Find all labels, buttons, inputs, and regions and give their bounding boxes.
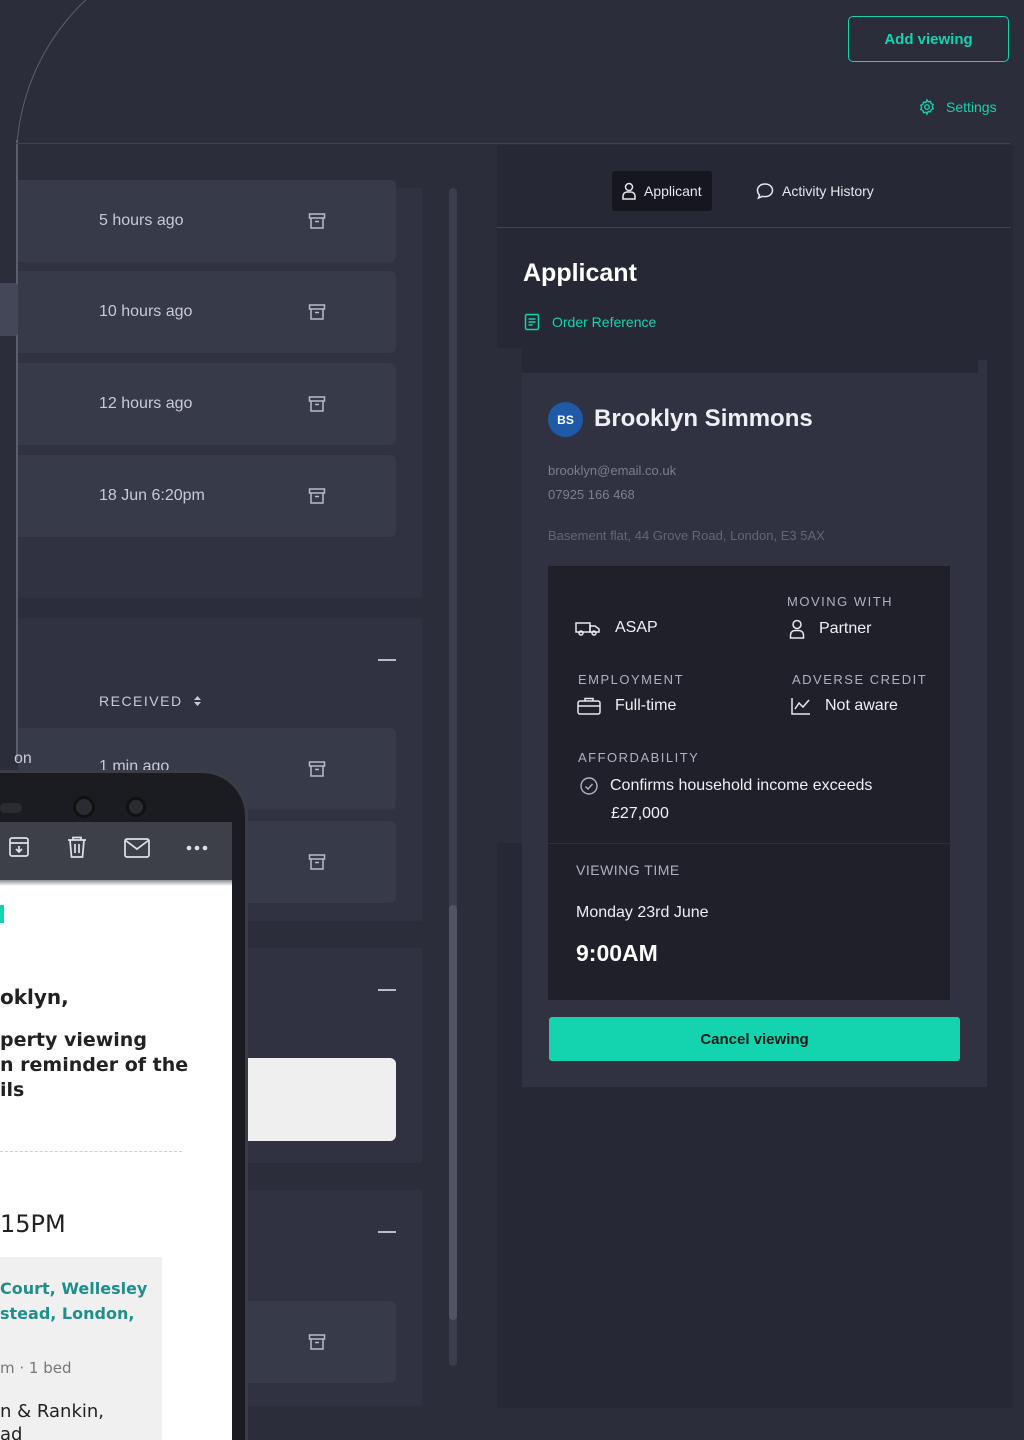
row-timestamp: 5 hours ago <box>99 212 184 229</box>
email-body-line: perty viewing <box>0 1029 147 1051</box>
archive-icon[interactable] <box>308 303 326 321</box>
collapse-button[interactable] <box>378 659 396 661</box>
order-reference-link[interactable]: Order Reference <box>524 313 656 331</box>
archive-icon[interactable] <box>308 1333 326 1351</box>
row-timestamp: 18 Jun 6:20pm <box>99 487 205 504</box>
cancel-viewing-button[interactable]: Cancel viewing <box>549 1017 960 1061</box>
tab-label: Applicant <box>644 183 702 199</box>
received-label: RECEIVED <box>99 693 183 709</box>
phone-camera <box>73 796 95 818</box>
person-icon <box>622 182 636 200</box>
email-address-line[interactable]: Court, Wellesley <box>0 1279 147 1298</box>
moving-date: ASAP <box>575 619 658 637</box>
viewing-time: 9:00AM <box>576 940 658 966</box>
email-body-line: n reminder of the <box>0 1054 189 1076</box>
side-tab-indicator <box>0 283 18 336</box>
order-reference-label: Order Reference <box>552 314 657 330</box>
phone-sensor <box>126 797 146 817</box>
list-item[interactable]: 18 Jun 6:20pm <box>18 455 396 537</box>
tab-label: Activity History <box>782 183 874 199</box>
card-edge <box>978 360 987 374</box>
affordability-value: Confirms household income exceeds <box>610 777 873 794</box>
gear-icon <box>918 98 936 116</box>
collapse-button[interactable] <box>378 1231 396 1233</box>
email-viewing-time: 15PM <box>0 1210 66 1238</box>
moving-date-value: ASAP <box>615 619 658 636</box>
adverse-credit: Not aware <box>791 697 898 715</box>
archive-icon[interactable] <box>308 395 326 413</box>
decorative-curve <box>16 0 276 200</box>
applicant-email[interactable]: brooklyn@email.co.uk <box>548 463 676 478</box>
list-item[interactable]: 12 hours ago <box>18 363 396 445</box>
affordability-amount: £27,000 <box>611 805 669 822</box>
email-greeting: oklyn, <box>0 985 69 1009</box>
email-body-line: ils <box>0 1079 25 1101</box>
email-property-meta: m · 1 bed <box>0 1359 72 1377</box>
list-scrollbar-thumb[interactable] <box>449 905 457 1320</box>
archive-download-icon[interactable] <box>8 836 30 858</box>
trash-icon[interactable] <box>67 836 87 858</box>
collapse-button[interactable] <box>378 989 396 991</box>
chat-bubble-icon <box>756 182 774 200</box>
email-address-line[interactable]: stead, London, <box>0 1304 134 1323</box>
email-accent-bar <box>0 905 4 923</box>
adverse-credit-value: Not aware <box>825 697 898 714</box>
employment-label: EMPLOYMENT <box>578 672 685 687</box>
check-circle-icon <box>580 777 598 795</box>
list-item[interactable]: 10 hours ago <box>18 271 396 353</box>
header-divider <box>16 143 1010 144</box>
archive-icon[interactable] <box>308 487 326 505</box>
affordability-label: AFFORDABILITY <box>578 750 700 765</box>
archive-icon[interactable] <box>308 212 326 230</box>
email-agent-line: n & Rankin, <box>0 1401 104 1422</box>
row-timestamp: 12 hours ago <box>99 395 193 412</box>
applicant-address: Basement flat, 44 Grove Road, London, E3… <box>548 528 825 543</box>
settings-link[interactable]: Settings <box>918 96 997 118</box>
tab-applicant[interactable]: Applicant <box>612 171 712 211</box>
add-viewing-button[interactable]: Add viewing <box>848 16 1009 62</box>
page-title: Applicant <box>523 259 637 287</box>
viewing-date: Monday 23rd June <box>576 904 709 921</box>
briefcase-icon <box>577 697 601 715</box>
avatar: BS <box>548 402 583 437</box>
mail-icon[interactable] <box>124 838 150 858</box>
email-agent-line: ad <box>0 1424 23 1440</box>
email-divider <box>0 1151 182 1152</box>
archive-icon[interactable] <box>308 760 326 778</box>
tab-activity-history[interactable]: Activity History <box>746 171 884 211</box>
chart-line-icon <box>791 697 811 715</box>
archive-icon[interactable] <box>308 853 326 871</box>
row-timestamp: 10 hours ago <box>99 303 193 320</box>
tab-divider <box>497 227 1011 228</box>
person-icon <box>789 619 805 639</box>
moving-with: Partner <box>789 619 871 639</box>
employment: Full-time <box>577 697 676 715</box>
toolbar-shadow <box>0 880 232 886</box>
viewing-time-label: VIEWING TIME <box>576 862 680 878</box>
affordability: Confirms household income exceeds <box>580 777 872 795</box>
truck-icon <box>575 620 601 636</box>
list-item[interactable]: 5 hours ago <box>18 180 396 262</box>
employment-value: Full-time <box>615 697 677 714</box>
phone-speaker <box>0 803 22 813</box>
viewing-divider <box>548 843 950 844</box>
sort-icon <box>193 695 202 707</box>
row-partial-text: on <box>14 750 32 767</box>
moving-with-label: MOVING WITH <box>787 594 894 609</box>
applicant-phone[interactable]: 07925 166 468 <box>548 487 635 502</box>
document-icon <box>524 313 540 331</box>
settings-label: Settings <box>946 99 997 115</box>
moving-with-value: Partner <box>819 620 872 637</box>
panel-edge <box>492 348 522 843</box>
adverse-credit-label: ADVERSE CREDIT <box>792 672 928 687</box>
applicant-name: Brooklyn Simmons <box>594 405 813 432</box>
received-sort-header[interactable]: RECEIVED <box>99 693 202 709</box>
more-icon[interactable] <box>186 845 208 851</box>
email-toolbar <box>0 822 232 884</box>
